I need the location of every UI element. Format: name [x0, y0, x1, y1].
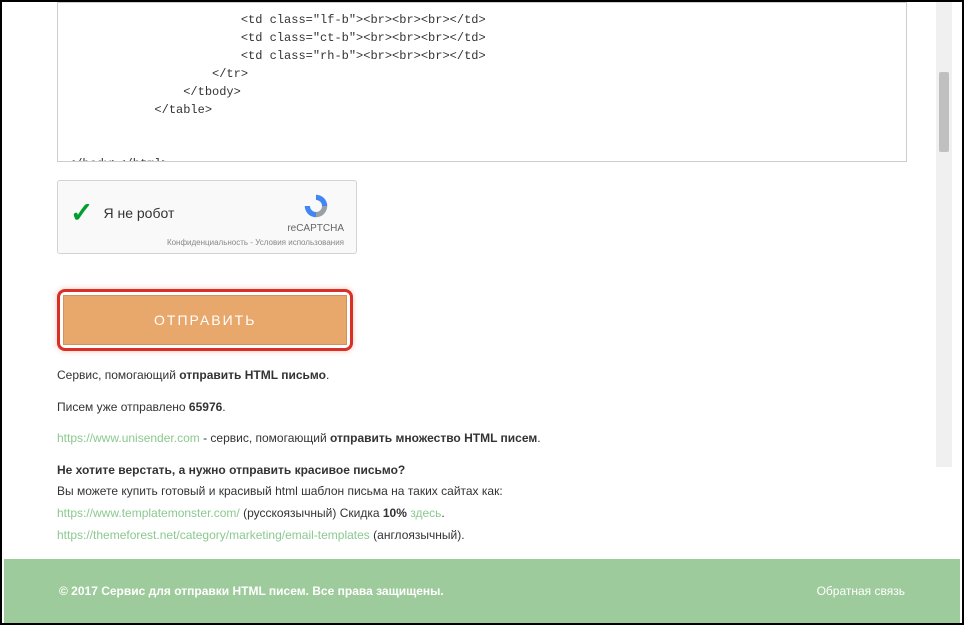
checkmark-icon: ✓ [70, 196, 93, 229]
copyright-text: © 2017 Сервис для отправки HTML писем. В… [59, 584, 444, 598]
scrollbar-thumb[interactable] [939, 72, 949, 152]
templates-description: Вы можете купить готовый и красивый html… [57, 484, 503, 498]
submit-button[interactable]: ОТПРАВИТЬ [63, 295, 347, 345]
emails-sent-count: Писем уже отправлено 65976. [57, 397, 907, 419]
recaptcha-label: Я не робот [103, 205, 174, 221]
templates-heading: Не хотите верстать, а нужно отправить кр… [57, 463, 405, 477]
html-code-textarea[interactable] [57, 2, 907, 162]
recaptcha-logo: reCAPTCHA [287, 191, 344, 234]
unisender-promo: https://www.unisender.com - сервис, помо… [57, 428, 907, 450]
page-footer: © 2017 Сервис для отправки HTML писем. В… [4, 559, 960, 623]
discount-here-link[interactable]: здесь [407, 506, 442, 520]
recaptcha-brand-text: reCAPTCHA [287, 223, 344, 234]
themeforest-link[interactable]: https://themeforest.net/category/marketi… [57, 528, 370, 542]
recaptcha-widget[interactable]: ✓ Я не робот reCAPTCHA Конфиденциальност… [57, 180, 357, 254]
unisender-link[interactable]: https://www.unisender.com [57, 431, 200, 445]
templatemonster-link[interactable]: https://www.templatemonster.com/ [57, 506, 240, 520]
recaptcha-terms: Конфиденциальность - Условия использован… [70, 238, 344, 247]
page-scrollbar[interactable] [936, 2, 952, 467]
submit-highlight: ОТПРАВИТЬ [57, 289, 353, 351]
recaptcha-icon [301, 191, 331, 221]
feedback-link[interactable]: Обратная связь [817, 584, 905, 598]
service-description: Сервис, помогающий отправить HTML письмо… [57, 365, 907, 387]
